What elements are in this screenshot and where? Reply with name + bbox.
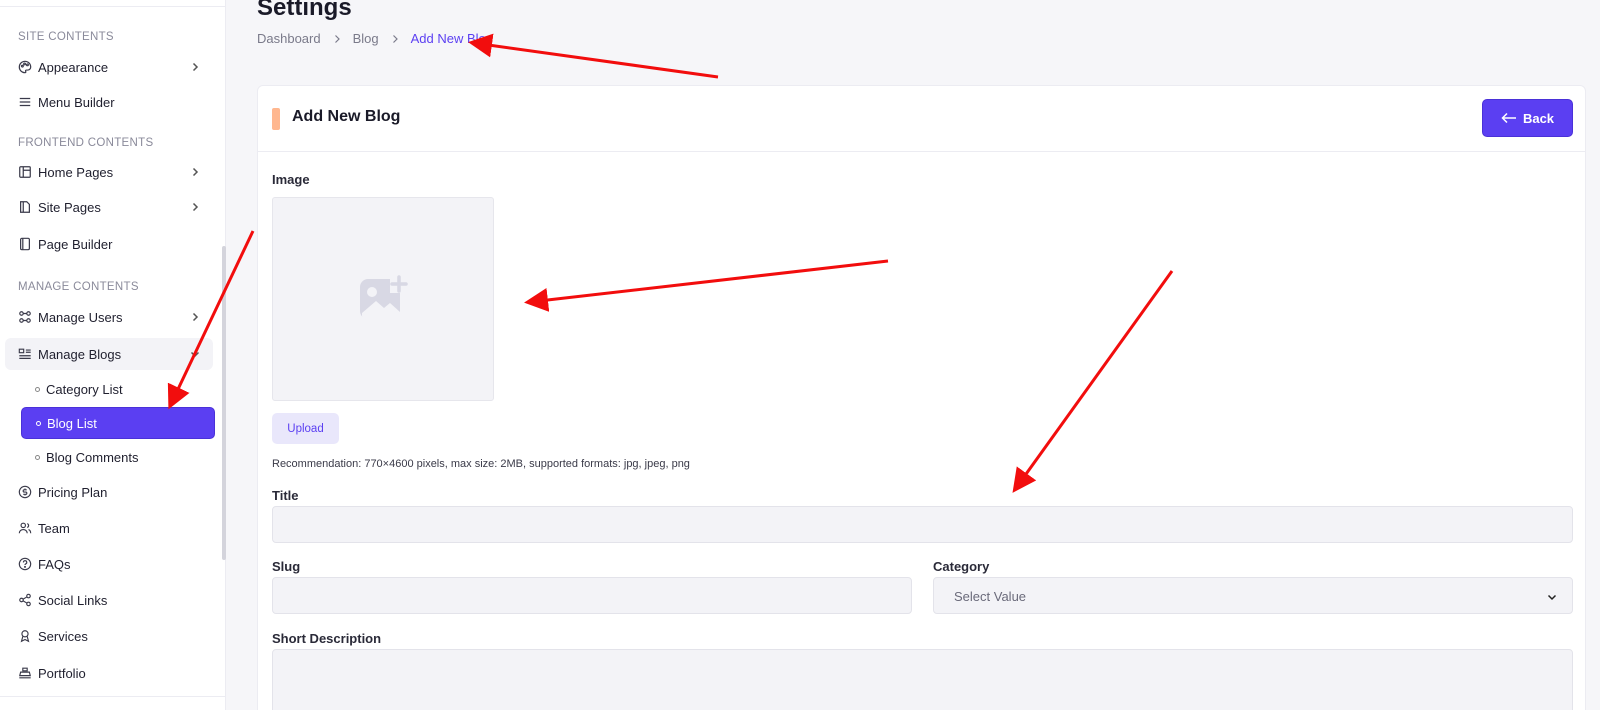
page-title: Settings: [257, 0, 352, 21]
sidebar-item-label: Page Builder: [38, 236, 113, 252]
sidebar: SITE CONTENTS Appearance Menu Builder FR…: [0, 0, 226, 710]
chevron-down-icon: [190, 351, 200, 358]
team-icon: [18, 521, 32, 535]
sidebar-item-pricing-plan[interactable]: Pricing Plan: [5, 476, 213, 508]
sidebar-item-label: Category List: [46, 381, 123, 397]
pages-icon: [18, 165, 32, 179]
add-blog-card: Add New Blog Back Image Upload Recommend…: [257, 85, 1586, 710]
annotation-arrow: [468, 33, 719, 79]
card-header: Add New Blog Back: [258, 86, 1585, 152]
sidebar-item-menu-builder[interactable]: Menu Builder: [5, 86, 213, 118]
category-select-value: Select Value: [954, 589, 1027, 604]
sidebar-item-label: Services: [38, 628, 88, 644]
sidebar-item-label: Team: [38, 520, 70, 536]
sidebar-item-portfolio[interactable]: Portfolio: [5, 657, 213, 689]
sidebar-item-appearance[interactable]: Appearance: [5, 51, 213, 83]
card-title-marker: [272, 108, 280, 130]
breadcrumb: Dashboard Blog Add New Blog: [257, 31, 493, 46]
image-recommendation-hint: Recommendation: 770×4600 pixels, max siz…: [272, 458, 690, 470]
notebook-icon: [18, 237, 32, 251]
sidebar-item-label: Home Pages: [38, 164, 114, 180]
sidebar-item-label: FAQs: [38, 556, 71, 572]
sidebar-item-site-pages[interactable]: Site Pages: [5, 191, 213, 223]
sidebar-item-label: Site Pages: [38, 199, 101, 215]
sidebar-item-manage-blogs[interactable]: Manage Blogs: [5, 338, 213, 370]
divider: [0, 696, 226, 697]
bullet-icon: [35, 386, 40, 392]
bullet-icon: [35, 454, 40, 460]
share-icon: [18, 593, 32, 607]
sidebar-item-label: Menu Builder: [38, 94, 115, 110]
bullet-icon: [36, 420, 41, 426]
breadcrumb-dashboard[interactable]: Dashboard: [257, 31, 321, 46]
sidebar-item-label: Social Links: [38, 592, 108, 608]
chevron-right-icon: [192, 167, 199, 177]
image-preview: [272, 197, 494, 401]
back-button-label: Back: [1522, 110, 1555, 126]
sidebar-subitem-blog-list[interactable]: Blog List: [21, 407, 215, 439]
chevron-right-icon: [334, 34, 340, 43]
services-icon: [18, 629, 32, 643]
sidebar-item-social-links[interactable]: Social Links: [5, 584, 213, 616]
category-label: Category: [933, 559, 990, 574]
blog-list-icon: [18, 347, 32, 361]
sidebar-item-label: Manage Blogs: [38, 346, 122, 362]
sidebar-subitem-blog-comments[interactable]: Blog Comments: [21, 441, 215, 473]
slug-input[interactable]: [272, 577, 912, 614]
users-icon: [18, 310, 32, 324]
sidebar-item-page-builder[interactable]: Page Builder: [5, 228, 213, 260]
question-icon: [18, 557, 32, 571]
portfolio-icon: [18, 666, 32, 680]
chevron-right-icon: [392, 34, 398, 43]
sidebar-subitem-category-list[interactable]: Category List: [21, 373, 215, 405]
sidebar-item-label: Appearance: [38, 59, 109, 75]
sidebar-item-label: Blog List: [47, 415, 97, 431]
sidebar-item-label: Portfolio: [38, 665, 86, 681]
sidebar-item-faqs[interactable]: FAQs: [5, 548, 213, 580]
sidebar-item-label: Manage Users: [38, 309, 123, 325]
title-input[interactable]: [272, 506, 1573, 543]
chevron-right-icon: [192, 202, 199, 212]
palette-icon: [18, 60, 32, 74]
book-icon: [18, 200, 32, 214]
section-title-site: SITE CONTENTS: [18, 31, 114, 43]
upload-button[interactable]: Upload: [272, 413, 339, 444]
chevron-down-icon: [1547, 594, 1557, 601]
section-title-manage: MANAGE CONTENTS: [18, 281, 139, 293]
short-description-textarea[interactable]: [272, 649, 1573, 710]
sidebar-item-label: Pricing Plan: [38, 484, 108, 500]
category-select[interactable]: Select Value: [933, 577, 1573, 614]
menu-icon: [18, 95, 32, 109]
divider: [0, 6, 226, 7]
sidebar-item-home-pages[interactable]: Home Pages: [5, 156, 213, 188]
section-title-frontend: FRONTEND CONTENTS: [18, 137, 154, 149]
sidebar-item-manage-users[interactable]: Manage Users: [5, 301, 213, 333]
sidebar-item-label: Blog Comments: [46, 449, 139, 465]
title-label: Title: [272, 488, 299, 503]
back-button[interactable]: Back: [1482, 99, 1573, 137]
arrow-left-icon: [1501, 112, 1516, 124]
sidebar-item-services[interactable]: Services: [5, 620, 213, 652]
card-title: Add New Blog: [292, 108, 401, 125]
chevron-right-icon: [192, 312, 199, 322]
breadcrumb-blog[interactable]: Blog: [353, 31, 379, 46]
sidebar-item-team[interactable]: Team: [5, 512, 213, 544]
chevron-right-icon: [192, 62, 199, 72]
image-label: Image: [272, 172, 310, 187]
dollar-icon: [18, 485, 32, 499]
image-add-icon: [360, 275, 408, 320]
short-description-label: Short Description: [272, 631, 382, 646]
sidebar-scrollbar[interactable]: [222, 246, 226, 560]
slug-label: Slug: [272, 559, 301, 574]
breadcrumb-current: Add New Blog: [410, 31, 494, 46]
